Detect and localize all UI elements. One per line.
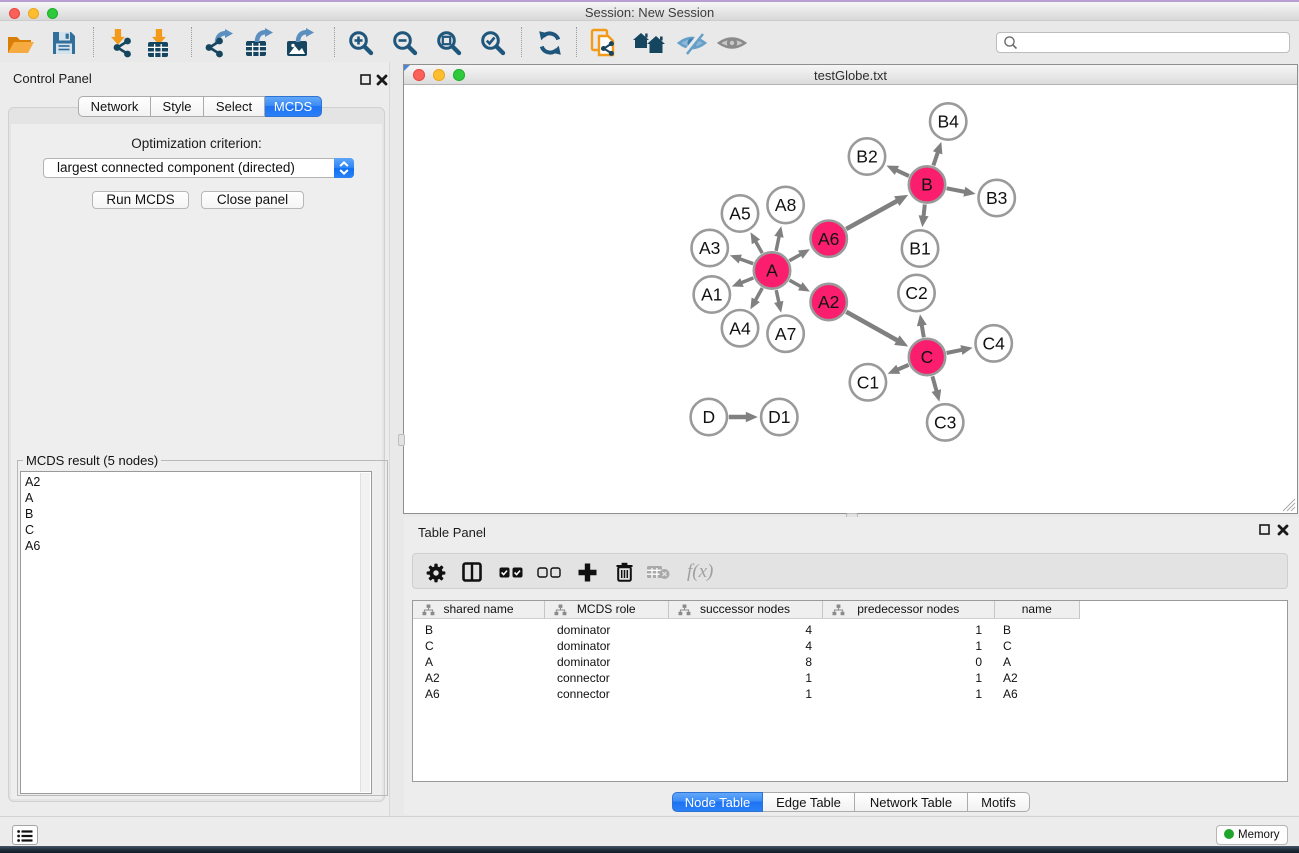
svg-text:A2: A2 xyxy=(818,292,839,312)
svg-text:C1: C1 xyxy=(857,373,879,393)
svg-text:B3: B3 xyxy=(986,188,1007,208)
svg-text:A7: A7 xyxy=(775,324,796,344)
svg-text:A8: A8 xyxy=(775,195,796,215)
svg-text:D1: D1 xyxy=(768,407,790,427)
svg-text:D: D xyxy=(702,407,715,427)
svg-text:C: C xyxy=(921,347,934,367)
svg-text:B2: B2 xyxy=(856,147,877,167)
svg-text:B1: B1 xyxy=(909,239,930,259)
svg-text:A6: A6 xyxy=(818,229,839,249)
svg-text:C2: C2 xyxy=(905,283,927,303)
svg-text:A4: A4 xyxy=(729,318,751,338)
svg-text:A: A xyxy=(766,261,778,281)
svg-text:B: B xyxy=(921,175,933,195)
svg-text:A5: A5 xyxy=(729,204,750,224)
svg-text:C4: C4 xyxy=(983,334,1006,354)
svg-text:A3: A3 xyxy=(699,238,720,258)
svg-text:A1: A1 xyxy=(701,285,722,305)
svg-text:C3: C3 xyxy=(934,413,956,433)
svg-text:B4: B4 xyxy=(937,112,959,132)
